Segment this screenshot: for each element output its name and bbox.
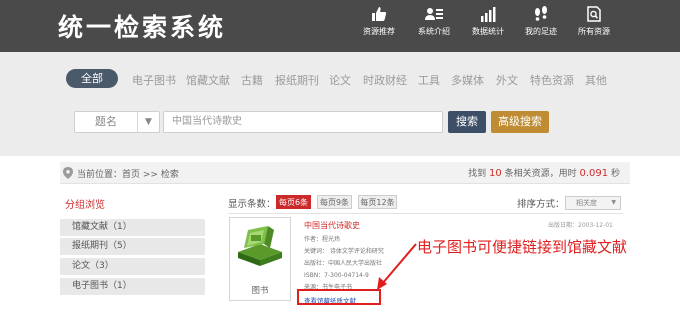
- stats-middle: 条相关资源，用时: [504, 169, 577, 179]
- category-ancient-books[interactable]: 古籍: [241, 72, 263, 88]
- category-newspapers-journals[interactable]: 报纸期刊: [275, 72, 319, 88]
- category-theses[interactable]: 论文: [329, 72, 351, 88]
- nav-my-footprints[interactable]: 我的足迹: [513, 6, 569, 48]
- nav-resource-recommend[interactable]: 资源推荐: [351, 6, 407, 48]
- result-stats: 找到 10 条相关资源，用时 0.091 秒: [468, 166, 620, 179]
- page-root: 统一检索系统 资源推荐 系统介绍 数据统计 我的足迹 所有资源 全部 电子图书 …: [0, 0, 680, 314]
- category-multimedia[interactable]: 多媒体: [451, 72, 484, 88]
- divider: [228, 213, 623, 214]
- result-author: 作者：程光炜: [304, 236, 341, 243]
- breadcrumb-prefix: 当前位置：: [77, 170, 123, 180]
- category-politics-finance[interactable]: 时政财经: [363, 72, 407, 88]
- location-pin-icon: [63, 167, 73, 179]
- contact-card-icon: [425, 8, 443, 20]
- per-page-12-option[interactable]: 每页12条: [358, 195, 397, 209]
- category-foreign[interactable]: 外文: [496, 72, 518, 88]
- sort-label: 排序方式：: [517, 199, 565, 210]
- document-search-icon: [587, 6, 601, 22]
- nav-all-resources[interactable]: 所有资源: [566, 6, 622, 48]
- chevron-down-icon: ▼: [611, 199, 616, 206]
- breadcrumb-bar: 当前位置：首页 >> 检索 找到 10 条相关资源，用时 0.091 秒: [60, 162, 630, 184]
- annotation-arrow-icon: [377, 243, 417, 290]
- nav-label: 数据统计: [472, 27, 504, 36]
- category-tools[interactable]: 工具: [418, 72, 440, 88]
- nav-data-statistics[interactable]: 数据统计: [460, 6, 516, 48]
- book-cover-icon: [238, 226, 282, 266]
- thumbs-up-icon: [372, 7, 387, 21]
- search-input[interactable]: 中国当代诗歌史: [163, 111, 443, 133]
- annotation-highlight-box: [297, 289, 381, 305]
- group-browse-title: 分组浏览: [65, 200, 105, 211]
- per-page-9-option[interactable]: 每页9条: [317, 195, 352, 209]
- annotation-text: 电子图书可便捷链接到馆藏文献: [417, 238, 628, 256]
- category-special-resources[interactable]: 特色资源: [530, 72, 574, 88]
- group-item-collection-docs[interactable]: 馆藏文献（1）: [60, 219, 205, 236]
- group-browse-panel: 分组浏览 馆藏文献（1） 报纸期刊（5） 论文（3） 电子图书（1）: [60, 192, 205, 307]
- search-field-value: 题名: [95, 115, 117, 128]
- breadcrumb: 当前位置：首页 >> 检索: [77, 167, 179, 180]
- category-other[interactable]: 其他: [585, 72, 607, 88]
- top-header: 统一检索系统 资源推荐 系统介绍 数据统计 我的足迹 所有资源: [0, 0, 680, 52]
- nav-label: 所有资源: [578, 27, 610, 36]
- stats-count: 10: [488, 168, 502, 179]
- thumbnail-caption: 图书: [251, 286, 269, 296]
- category-search-bar: 全部 电子图书 馆藏文献 古籍 报纸期刊 论文 时政财经 工具 多媒体 外文 特…: [0, 52, 680, 156]
- group-item-theses[interactable]: 论文（3）: [60, 258, 205, 275]
- sort-select[interactable]: 相关度 ▼: [565, 196, 621, 210]
- search-field-select[interactable]: 题名 ▼: [74, 111, 160, 133]
- result-thumbnail[interactable]: 图书: [229, 217, 291, 301]
- stats-time: 0.091: [579, 168, 609, 179]
- search-button[interactable]: 搜索: [448, 111, 486, 133]
- category-all-tab[interactable]: 全部: [66, 69, 118, 88]
- result-title-link[interactable]: 中国当代诗歌史: [304, 220, 360, 231]
- chevron-down-icon: ▼: [137, 112, 159, 132]
- group-item-newspapers-journals[interactable]: 报纸期刊（5）: [60, 238, 205, 255]
- nav-label: 我的足迹: [525, 27, 557, 36]
- result-isbn: ISBN：7-300-04714-9: [304, 272, 369, 279]
- footprints-icon: [535, 6, 547, 21]
- result-publish-date: 出版日期：2003-12-01: [548, 222, 613, 229]
- category-collection-docs[interactable]: 馆藏文献: [186, 72, 230, 88]
- app-title: 统一检索系统: [58, 13, 227, 42]
- stats-prefix: 找到: [468, 169, 487, 179]
- sort-value: 相关度: [576, 199, 597, 207]
- breadcrumb-home-link[interactable]: 首页: [122, 170, 140, 180]
- display-count-label: 显示条数：: [228, 199, 276, 210]
- per-page-6-option[interactable]: 每页6条: [276, 195, 311, 209]
- category-ebooks[interactable]: 电子图书: [132, 72, 176, 88]
- stats-unit: 秒: [610, 169, 620, 179]
- group-item-ebooks[interactable]: 电子图书（1）: [60, 278, 205, 295]
- nav-system-intro[interactable]: 系统介绍: [406, 6, 462, 48]
- advanced-search-button[interactable]: 高级搜索: [491, 111, 549, 133]
- breadcrumb-separator: >>: [142, 170, 158, 180]
- breadcrumb-current: 检索: [160, 170, 179, 180]
- bar-chart-icon: [481, 7, 496, 22]
- nav-label: 系统介绍: [418, 27, 450, 36]
- nav-label: 资源推荐: [363, 27, 395, 36]
